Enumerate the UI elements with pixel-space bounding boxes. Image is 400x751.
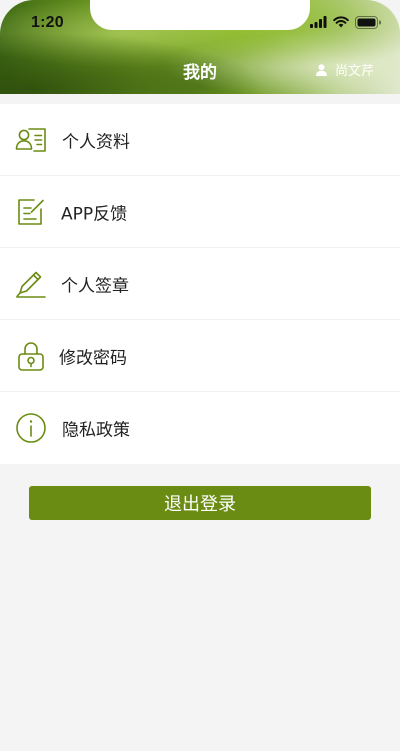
status-icons [310, 15, 382, 29]
menu-label: 个人资料 [62, 132, 130, 152]
battery-icon [355, 15, 381, 29]
menu-item-app-feedback[interactable]: APP反馈 [0, 176, 400, 248]
app-screen: 1:20 我的 尚文芹 个人资料 APP反馈 个人签章 修改密码 隐私政策 退出… [0, 0, 400, 751]
feedback-edit-icon [14, 195, 48, 229]
device-notch [90, 0, 310, 30]
menu-item-signature[interactable]: 个人签章 [0, 248, 400, 320]
menu-list: 个人资料 APP反馈 个人签章 修改密码 隐私政策 [0, 104, 400, 464]
status-time: 1:20 [31, 14, 64, 31]
user-info[interactable]: 尚文芹 [315, 60, 374, 79]
profile-card-icon [14, 123, 48, 157]
cellular-signal-icon [310, 16, 327, 28]
menu-label: 个人签章 [61, 276, 129, 296]
menu-item-change-password[interactable]: 修改密码 [0, 320, 400, 392]
menu-item-privacy-policy[interactable]: 隐私政策 [0, 392, 400, 464]
header: 1:20 我的 尚文芹 [0, 0, 400, 94]
signature-pen-icon [14, 267, 48, 301]
lock-icon [14, 339, 48, 373]
menu-item-profile[interactable]: 个人资料 [0, 104, 400, 176]
menu-label: 修改密码 [59, 348, 127, 368]
menu-label: APP反馈 [61, 204, 128, 224]
wifi-icon [333, 16, 349, 28]
info-icon [14, 411, 48, 445]
menu-label: 隐私政策 [62, 420, 130, 441]
user-icon [315, 63, 327, 76]
logout-button[interactable]: 退出登录 [29, 486, 371, 520]
user-name: 尚文芹 [334, 64, 374, 79]
